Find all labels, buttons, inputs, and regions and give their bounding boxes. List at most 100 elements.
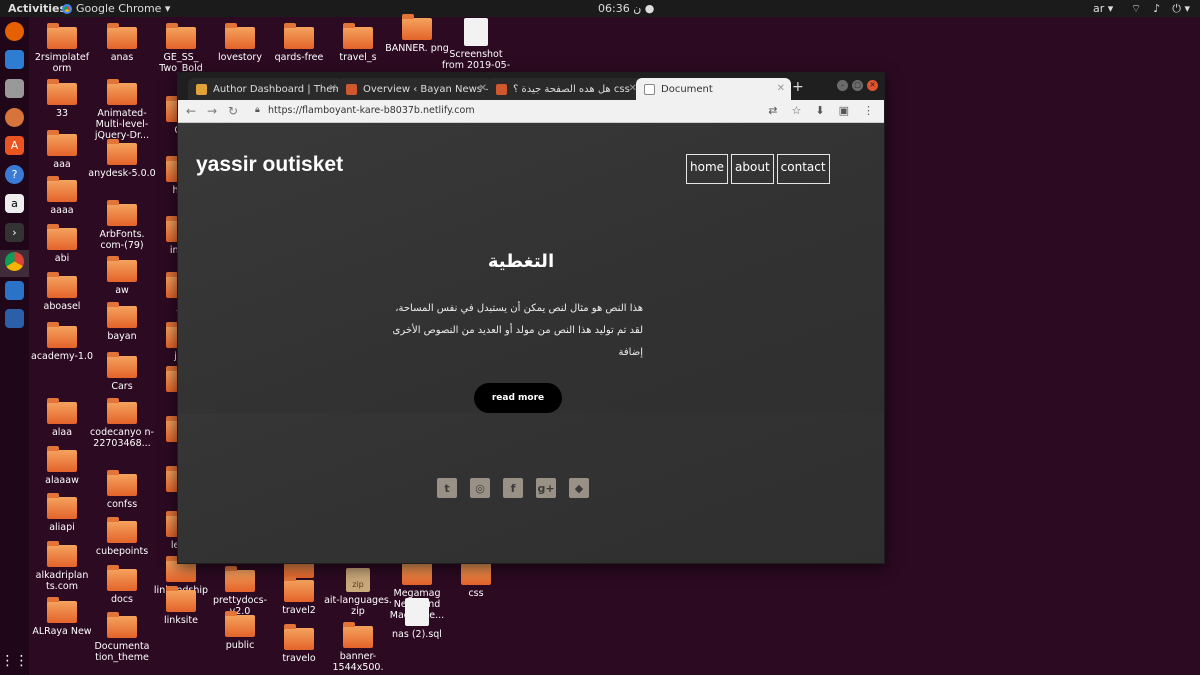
- keyboard-language[interactable]: ar ▾: [1093, 2, 1113, 15]
- chrome-icon[interactable]: [5, 252, 24, 271]
- extension-icon[interactable]: ⬇: [815, 104, 824, 117]
- folder-icon: [107, 23, 137, 49]
- help-icon[interactable]: ?: [5, 165, 24, 184]
- new-tab-button[interactable]: +: [792, 79, 804, 95]
- menu-icon[interactable]: ⋮: [863, 104, 874, 117]
- instagram-icon[interactable]: ◎: [470, 478, 490, 498]
- folder-icon: [107, 517, 137, 543]
- terminal-icon[interactable]: ›: [5, 223, 24, 242]
- folder-icon: [107, 612, 137, 638]
- system-status[interactable]: ⌔ ♪ ⏻ ▾: [1131, 2, 1190, 16]
- google-plus-icon[interactable]: g+: [536, 478, 556, 498]
- close-button[interactable]: ✕: [867, 80, 878, 91]
- extension-icon-2[interactable]: ▣: [839, 104, 849, 117]
- folder-icon: [343, 622, 373, 648]
- window-controls: – □ ✕: [837, 80, 878, 91]
- tab-css-question[interactable]: هل هده الصفحة جيدة ؟ css ✕: [488, 78, 643, 100]
- facebook-icon[interactable]: f: [503, 478, 523, 498]
- tab-title: Document: [661, 83, 713, 95]
- app-grid-icon[interactable]: ⋮⋮: [1, 651, 29, 670]
- firefox-icon[interactable]: [5, 22, 24, 41]
- amazon-icon[interactable]: a: [5, 194, 24, 213]
- folder-icon: [47, 541, 77, 567]
- folder-icon: [461, 559, 491, 585]
- desktop-item[interactable]: css: [441, 559, 511, 599]
- site-title[interactable]: yassir outisket: [196, 153, 343, 177]
- close-icon[interactable]: ✕: [777, 83, 785, 94]
- nav-contact[interactable]: contact: [776, 154, 830, 184]
- github-icon[interactable]: ◆: [569, 478, 589, 498]
- activities-button[interactable]: Activities: [8, 2, 66, 15]
- maximize-button[interactable]: □: [852, 80, 863, 91]
- desktop-item-label: Documenta tion_theme: [94, 641, 150, 663]
- tab-title: Author Dashboard | Them: [213, 83, 343, 95]
- clock[interactable]: 06:36 ن ●: [598, 2, 654, 15]
- volume-icon: ♪: [1153, 2, 1161, 15]
- close-icon[interactable]: ✕: [329, 83, 337, 94]
- tab-bar: Author Dashboard | Them ✕ Overview ‹ Bay…: [178, 73, 884, 100]
- twitter-icon[interactable]: t: [437, 478, 457, 498]
- desktop-item-label: nas (2).sql: [392, 629, 442, 640]
- folder-icon: [107, 79, 137, 105]
- close-icon[interactable]: ✕: [479, 83, 487, 94]
- app-menu-label: Google Chrome ▾: [76, 2, 171, 15]
- desktop-item-label: banner-1544x500. png: [332, 651, 384, 675]
- translate-icon[interactable]: ⇄: [768, 104, 777, 117]
- power-icon: ⏻ ▾: [1172, 2, 1190, 15]
- folder-icon: [284, 23, 314, 49]
- folder-icon: [166, 23, 196, 49]
- tab-author-dashboard[interactable]: Author Dashboard | Them ✕: [188, 78, 343, 100]
- folder-icon: [402, 14, 432, 40]
- forward-icon[interactable]: →: [207, 104, 217, 118]
- social-links: t ◎ f g+ ◆: [437, 478, 589, 498]
- tab-document[interactable]: Document ✕: [636, 78, 791, 100]
- envato-icon: [196, 83, 207, 95]
- site-icon: [496, 83, 507, 95]
- nav-about[interactable]: about: [731, 154, 774, 184]
- folder-icon: [225, 566, 255, 592]
- folder-icon: [107, 200, 137, 226]
- folder-icon: [107, 302, 137, 328]
- toolbar-actions: ⇄ ☆ ⬇ ▣ ⋮: [768, 104, 874, 117]
- read-more-button[interactable]: read more: [474, 383, 562, 413]
- vscode-icon[interactable]: [5, 309, 24, 328]
- folder-icon: [284, 576, 314, 602]
- document-icon: [644, 83, 655, 95]
- nav-home[interactable]: home: [686, 154, 729, 184]
- lock-icon[interactable]: 🔒︎: [255, 105, 260, 115]
- folder-icon: [47, 224, 77, 250]
- tab-bayan-news[interactable]: Overview ‹ Bayan News — ✕: [338, 78, 493, 100]
- web-page: yassir outisket home about contact التغط…: [178, 123, 884, 563]
- desktop-item[interactable]: nas (2).sql: [382, 598, 452, 640]
- writer-icon[interactable]: [5, 281, 24, 300]
- folder-icon: [107, 352, 137, 378]
- site-nav: home about contact: [686, 154, 830, 184]
- back-icon[interactable]: ←: [186, 104, 196, 118]
- reload-icon[interactable]: ↻: [228, 104, 238, 118]
- minimize-button[interactable]: –: [837, 80, 848, 91]
- folder-icon: [107, 139, 137, 165]
- folder-icon: [47, 446, 77, 472]
- url-bar[interactable]: https://flamboyant-kare-b8037b.netlify.c…: [268, 105, 475, 116]
- folder-icon: [47, 176, 77, 202]
- folder-icon: [107, 256, 137, 282]
- rhythmbox-icon[interactable]: [5, 108, 24, 127]
- app-menu[interactable]: Google Chrome ▾: [62, 2, 170, 15]
- folder-icon: [47, 79, 77, 105]
- dock: A ? a › ⋮⋮: [0, 17, 29, 675]
- software-icon[interactable]: A: [5, 136, 24, 155]
- folder-icon: [343, 23, 373, 49]
- folder-icon: [47, 493, 77, 519]
- bookmark-star-icon[interactable]: ☆: [792, 104, 802, 117]
- folder-icon: [47, 23, 77, 49]
- files-icon[interactable]: [5, 79, 24, 98]
- folder-icon: [107, 565, 137, 591]
- toolbar: ← → ↻ 🔒︎ https://flamboyant-kare-b8037b.…: [178, 100, 884, 123]
- folder-icon: [107, 398, 137, 424]
- top-panel: Activities Google Chrome ▾ 06:36 ن ● ar …: [0, 0, 1200, 17]
- browser-window: Author Dashboard | Them ✕ Overview ‹ Bay…: [177, 72, 885, 564]
- folder-icon: [166, 586, 196, 612]
- site-icon: [346, 83, 357, 95]
- hero-heading: التغطية: [487, 251, 555, 272]
- thunderbird-icon[interactable]: [5, 50, 24, 69]
